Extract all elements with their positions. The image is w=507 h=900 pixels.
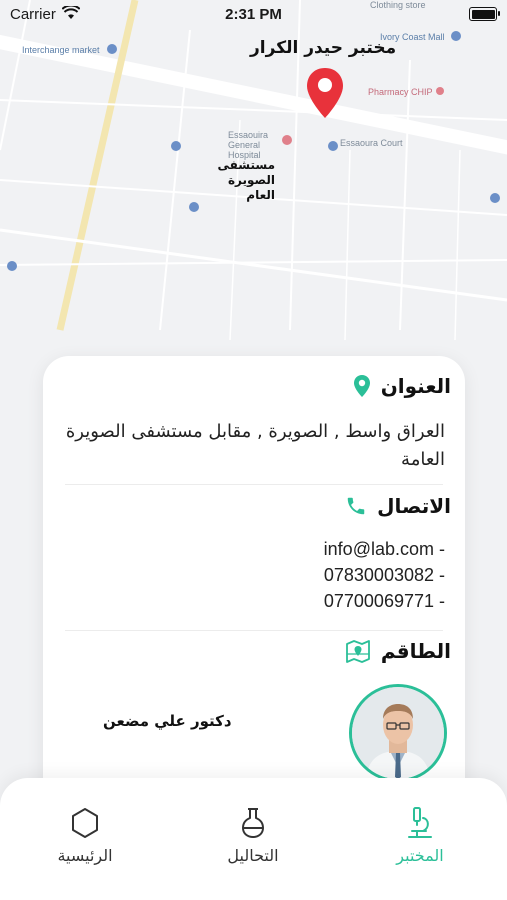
battery-icon (469, 7, 500, 21)
contact-email[interactable]: info@lab.com - (324, 536, 445, 562)
contact-phone-1[interactable]: 07830003082 - (324, 562, 445, 588)
map-label-court: Essaoura Court (340, 138, 403, 148)
phone-icon (347, 497, 365, 515)
tab-home[interactable]: الرئيسية (25, 806, 145, 865)
tab-tests[interactable]: التحاليل (193, 806, 313, 865)
divider (65, 484, 443, 485)
tab-lab-label: المختبر (396, 846, 444, 865)
contact-section-header: الاتصال (345, 494, 451, 518)
divider (65, 630, 443, 631)
map-label-interchange: Interchange market (22, 45, 100, 55)
hexagon-home-icon (72, 808, 98, 838)
tab-tests-label: التحاليل (227, 846, 279, 865)
status-bar: Carrier 2:31 PM (0, 0, 507, 28)
microscope-icon (408, 807, 432, 838)
bottom-tab-bar: المختبر التحاليل الرئيسية (0, 778, 507, 900)
address-text: العراق واسط , الصويرة , مقابل مستشفى الص… (65, 421, 445, 470)
address-heading: العنوان (380, 374, 451, 398)
address-section-header: العنوان (353, 374, 451, 398)
tab-lab[interactable]: المختبر (360, 806, 480, 865)
staff-section-header: الطاقم (345, 638, 451, 664)
clock: 2:31 PM (225, 6, 282, 23)
staff-map-icon (345, 640, 370, 663)
contact-heading: الاتصال (377, 494, 451, 518)
doctor-avatar[interactable] (349, 684, 447, 782)
contact-list: info@lab.com - 07830003082 - 07700069771… (324, 536, 445, 614)
lab-map-title: مختبر حيدر الكرار (250, 38, 397, 58)
lab-info-card: العنوان العراق واسط , الصويرة , مقابل مس… (43, 356, 465, 836)
staff-heading: الطاقم (380, 639, 451, 663)
flask-icon (242, 808, 264, 838)
map-label-general-hospital: Essaouira General Hospital (228, 130, 269, 160)
tab-home-label: الرئيسية (57, 846, 113, 865)
map-label-pharmacy: Pharmacy CHIP (368, 87, 433, 97)
doctor-name[interactable]: دكتور علي مضعن (103, 712, 232, 730)
hospital-map-label: مستشفى الصويرة العام (217, 158, 275, 202)
contact-phone-2[interactable]: 07700069771 - (324, 588, 445, 614)
location-pin-icon (353, 375, 370, 397)
